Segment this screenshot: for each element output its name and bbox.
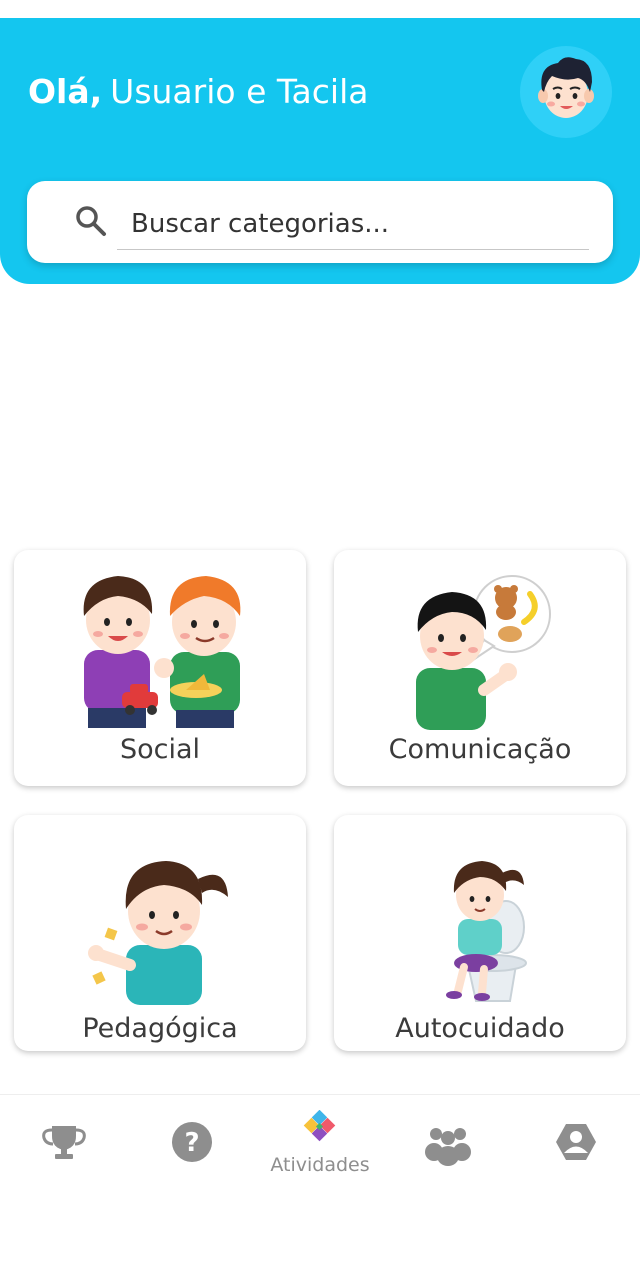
category-label: Pedagógica (82, 1013, 238, 1044)
profile-icon (556, 1124, 596, 1160)
category-label: Social (119, 734, 201, 765)
boy-talking-about-toys-illustration (416, 575, 551, 730)
category-card-comunicacao[interactable]: Comunicação (334, 550, 626, 786)
category-card-social[interactable]: Social (14, 550, 306, 786)
nav-item-group[interactable] (418, 1120, 478, 1166)
trophy-icon (42, 1126, 86, 1159)
category-card-autocuidado[interactable]: Autocuidado (334, 815, 626, 1051)
nav-item-trophy[interactable] (34, 1120, 94, 1166)
search-icon[interactable] (74, 204, 108, 238)
category-label: Autocuidado (395, 1013, 565, 1044)
two-boys-playing-illustration (83, 576, 241, 728)
nav-item-help[interactable]: ? (162, 1120, 222, 1166)
girl-on-toilet-illustration (446, 861, 527, 1002)
girl-with-paper-illustration (88, 861, 228, 1005)
greeting: Olá, Usuario e Tacila (28, 72, 368, 111)
avatar[interactable] (520, 46, 612, 138)
nav-item-activities[interactable] (290, 1109, 350, 1150)
boy-avatar-icon (538, 57, 594, 118)
category-label: Comunicação (388, 734, 572, 765)
svg-text:?: ? (184, 1128, 199, 1158)
nav-item-profile[interactable] (546, 1120, 606, 1166)
group-icon (425, 1128, 471, 1166)
greeting-prefix: Olá, (28, 72, 103, 111)
nav-label-activities: Atividades (270, 1154, 370, 1176)
category-card-pedagogica[interactable]: Pedagógica (14, 815, 306, 1051)
user-name: Usuario e Tacila (110, 72, 369, 111)
help-icon: ? (172, 1122, 212, 1162)
activities-puzzle-icon (303, 1109, 336, 1142)
search-input[interactable] (117, 198, 589, 250)
status-bar (0, 0, 640, 18)
